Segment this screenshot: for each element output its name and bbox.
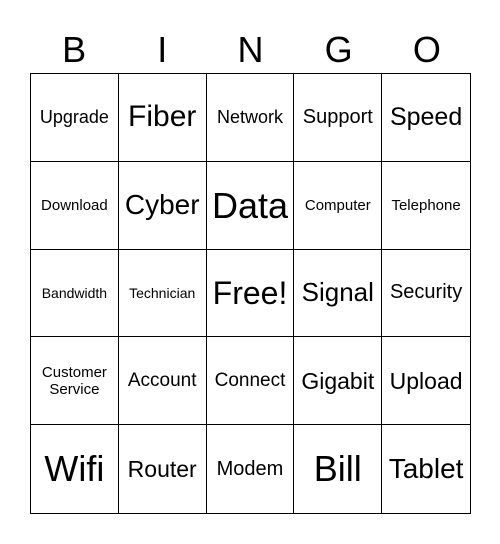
bingo-cell[interactable]: Account <box>118 337 207 426</box>
bingo-cell-free[interactable]: Free! <box>206 249 295 338</box>
bingo-cell[interactable]: Security <box>382 250 470 338</box>
bingo-header: B I N G O <box>30 22 471 78</box>
header-letter-b: B <box>62 29 87 70</box>
bingo-cell[interactable]: Upgrade <box>31 74 119 162</box>
bingo-cell[interactable]: Data <box>206 161 295 250</box>
bingo-cell[interactable]: Technician <box>118 249 207 338</box>
header-letter-i: I <box>157 29 168 70</box>
bingo-cell[interactable]: Fiber <box>118 74 207 162</box>
bingo-cell[interactable]: Router <box>119 425 207 513</box>
bingo-cell[interactable]: Support <box>294 74 383 162</box>
bingo-cell[interactable]: Computer <box>294 161 383 250</box>
bingo-cell[interactable]: Cyber <box>118 161 207 250</box>
header-letter-o: O <box>412 29 441 70</box>
bingo-cell[interactable]: Network <box>206 74 295 162</box>
bingo-cell[interactable]: Bill <box>294 425 383 513</box>
bingo-cell[interactable]: Download <box>31 161 119 250</box>
bingo-cell[interactable]: Modem <box>207 425 295 513</box>
bingo-cell[interactable]: Bandwidth <box>31 249 119 338</box>
bingo-grid: Upgrade Fiber Network Support Speed Down… <box>30 73 471 514</box>
bingo-cell[interactable]: Upload <box>382 337 470 426</box>
bingo-cell[interactable]: Customer Service <box>31 337 119 426</box>
bingo-cell[interactable]: Speed <box>382 74 470 162</box>
bingo-cell[interactable]: Signal <box>294 249 383 338</box>
header-letter-n: N <box>237 29 264 70</box>
header-letter-g: G <box>324 29 353 70</box>
bingo-cell[interactable]: Wifi <box>31 425 119 513</box>
bingo-cell[interactable]: Telephone <box>382 162 470 250</box>
bingo-cell[interactable]: Tablet <box>382 425 470 513</box>
bingo-cell[interactable]: Connect <box>206 337 295 426</box>
bingo-cell[interactable]: Gigabit <box>294 337 383 426</box>
